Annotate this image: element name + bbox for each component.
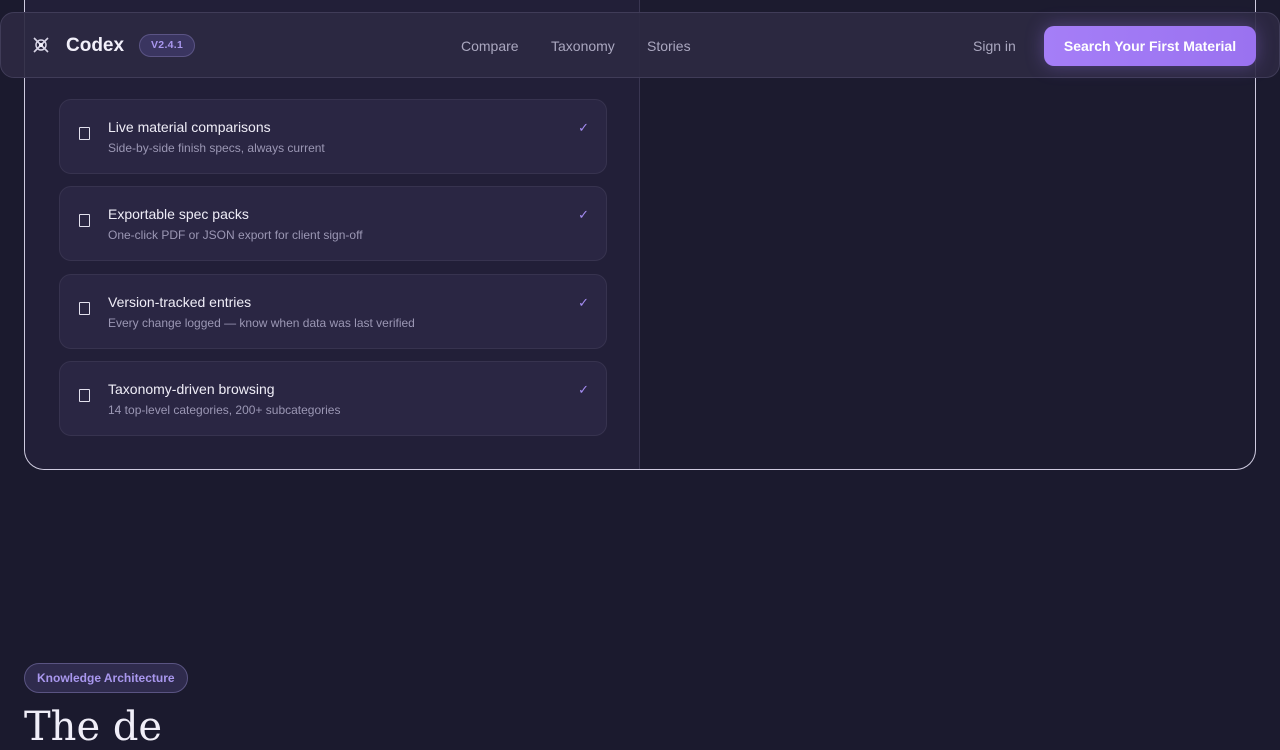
feature-subtitle: Every change logged — know when data was… (108, 316, 415, 330)
square-icon (79, 389, 90, 402)
brand-name[interactable]: Codex (66, 35, 124, 57)
feature-title: Exportable spec packs (108, 206, 249, 222)
feature-subtitle: 14 top-level categories, 200+ subcategor… (108, 403, 341, 417)
feature-card[interactable]: Live material comparisons Side-by-side f… (59, 99, 607, 174)
check-icon: ✓ (578, 120, 589, 135)
feature-card[interactable]: Version-tracked entries Every change log… (59, 274, 607, 349)
version-badge: V2.4.1 (139, 34, 196, 57)
nav-link-stories[interactable]: Stories (647, 38, 691, 54)
feature-subtitle: Side-by-side finish specs, always curren… (108, 141, 325, 155)
square-icon (79, 127, 90, 140)
feature-card[interactable]: Taxonomy-driven browsing 14 top-level ca… (59, 361, 607, 436)
top-nav: Codex V2.4.1 Compare Taxonomy Stories Si… (0, 12, 1280, 78)
feature-card[interactable]: Exportable spec packs One-click PDF or J… (59, 186, 607, 261)
feature-title: Version-tracked entries (108, 294, 252, 310)
feature-subtitle: One-click PDF or JSON export for client … (108, 228, 363, 242)
check-icon: ✓ (578, 207, 589, 222)
feature-title: Taxonomy-driven browsing (108, 381, 275, 397)
logo-icon[interactable] (32, 36, 50, 54)
square-icon (79, 214, 90, 227)
section-badge: Knowledge Architecture (24, 663, 188, 693)
check-icon: ✓ (578, 382, 589, 397)
nav-link-taxonomy[interactable]: Taxonomy (551, 38, 615, 54)
section-heading: The de (24, 704, 163, 750)
feature-title: Live material comparisons (108, 119, 271, 135)
check-icon: ✓ (578, 295, 589, 310)
square-icon (79, 302, 90, 315)
nav-link-compare[interactable]: Compare (461, 38, 519, 54)
sign-in-link[interactable]: Sign in (973, 38, 1016, 54)
search-first-material-button[interactable]: Search Your First Material (1044, 26, 1256, 66)
